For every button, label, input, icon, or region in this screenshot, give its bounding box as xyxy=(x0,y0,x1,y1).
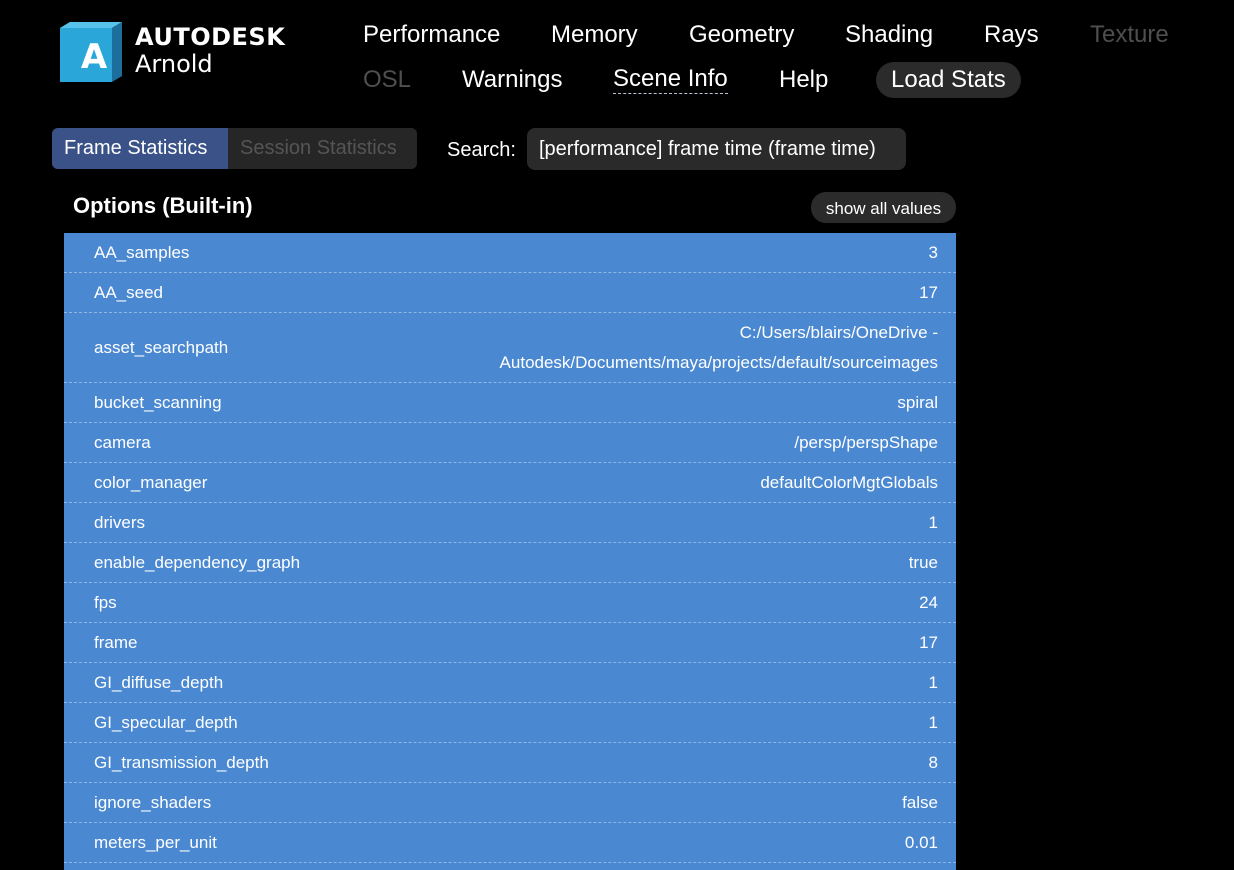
option-value: 17 xyxy=(919,282,938,302)
search-input[interactable]: [performance] frame time (frame time) xyxy=(527,128,906,170)
nav-memory[interactable]: Memory xyxy=(551,20,638,50)
table-row: camera /persp/perspShape xyxy=(64,423,956,463)
arnold-logo-icon: A xyxy=(60,22,122,82)
option-value: 0.01 xyxy=(904,832,938,852)
option-key: asset_searchpath xyxy=(94,337,229,357)
load-stats-button[interactable]: Load Stats xyxy=(876,62,1021,98)
options-table: AA_samples 3 AA_seed 17 asset_searchpath… xyxy=(64,233,956,870)
session-statistics-tab[interactable]: Session Statistics xyxy=(228,128,417,169)
nav-help[interactable]: Help xyxy=(779,65,828,95)
nav-rays[interactable]: Rays xyxy=(984,20,1039,50)
option-value: 8 xyxy=(928,752,938,772)
option-key: GI_specular_depth xyxy=(94,712,238,732)
search-label: Search: xyxy=(447,139,516,161)
autodesk-arnold-logo: A AUTODESK Arnold xyxy=(60,22,285,82)
company-name: AUTODESK xyxy=(135,23,286,51)
option-value: 1 xyxy=(928,512,938,532)
show-all-values-button[interactable]: show all values xyxy=(811,192,956,223)
table-row: GI_specular_depth 1 xyxy=(64,703,956,743)
nav-geometry[interactable]: Geometry xyxy=(689,20,794,50)
logo-text: AUTODESK Arnold xyxy=(135,24,285,78)
table-row: ignore_shaders false xyxy=(64,783,956,823)
statistics-toggle: Frame Statistics Session Statistics xyxy=(52,128,417,169)
logo-letter: A xyxy=(81,37,108,77)
table-row: meters_per_unit 0.01 xyxy=(64,823,956,863)
option-value: 3 xyxy=(928,242,938,262)
option-value: false xyxy=(902,792,938,812)
option-value: 17 xyxy=(919,632,938,652)
option-value: 1 xyxy=(928,672,938,692)
nav-shading[interactable]: Shading xyxy=(845,20,933,50)
table-row: enable_dependency_graph true xyxy=(64,543,956,583)
table-row: AA_seed 17 xyxy=(64,273,956,313)
table-row: bucket_scanning spiral xyxy=(64,383,956,423)
option-key: AA_samples xyxy=(94,242,190,262)
table-row: drivers 1 xyxy=(64,503,956,543)
section-title: Options (Built-in) xyxy=(73,193,253,218)
option-value: true xyxy=(908,552,938,572)
option-key: fps xyxy=(94,592,117,612)
option-value: C:/Users/blairs/OneDrive - Autodesk/Docu… xyxy=(499,322,938,372)
table-row: fps 24 xyxy=(64,583,956,623)
table-row: GI_transmission_depth 8 xyxy=(64,743,956,783)
option-key: frame xyxy=(94,632,138,652)
table-row: asset_searchpath C:/Users/blairs/OneDriv… xyxy=(64,313,956,383)
nav-osl: OSL xyxy=(363,66,412,93)
option-key: GI_transmission_depth xyxy=(94,752,269,772)
table-row: GI_diffuse_depth 1 xyxy=(64,663,956,703)
frame-statistics-tab[interactable]: Frame Statistics xyxy=(52,128,228,169)
option-value: 1 xyxy=(928,712,938,732)
table-row: frame 17 xyxy=(64,623,956,663)
nav-texture: Texture xyxy=(1090,21,1169,48)
option-value: /persp/perspShape xyxy=(794,432,938,452)
option-key: color_manager xyxy=(94,472,208,492)
nav-scene-info[interactable]: Scene Info xyxy=(613,65,728,94)
option-key: bucket_scanning xyxy=(94,392,222,412)
option-key: meters_per_unit xyxy=(94,832,217,852)
option-key: drivers xyxy=(94,512,146,532)
option-key: enable_dependency_graph xyxy=(94,552,301,572)
option-key: camera xyxy=(94,432,151,452)
nav-performance[interactable]: Performance xyxy=(363,20,500,50)
option-value: defaultColorMgtGlobals xyxy=(760,472,938,492)
option-value: 24 xyxy=(919,592,938,612)
product-name: Arnold xyxy=(135,50,213,78)
option-key: ignore_shaders xyxy=(94,792,212,812)
nav-warnings[interactable]: Warnings xyxy=(462,65,562,95)
option-value: spiral xyxy=(897,392,938,412)
option-key: AA_seed xyxy=(94,282,163,302)
table-row: AA_samples 3 xyxy=(64,233,956,273)
table-row: color_manager defaultColorMgtGlobals xyxy=(64,463,956,503)
arnold-stats-viewer: A AUTODESK Arnold Performance Memory Geo… xyxy=(0,0,1234,870)
option-key: GI_diffuse_depth xyxy=(94,672,224,692)
